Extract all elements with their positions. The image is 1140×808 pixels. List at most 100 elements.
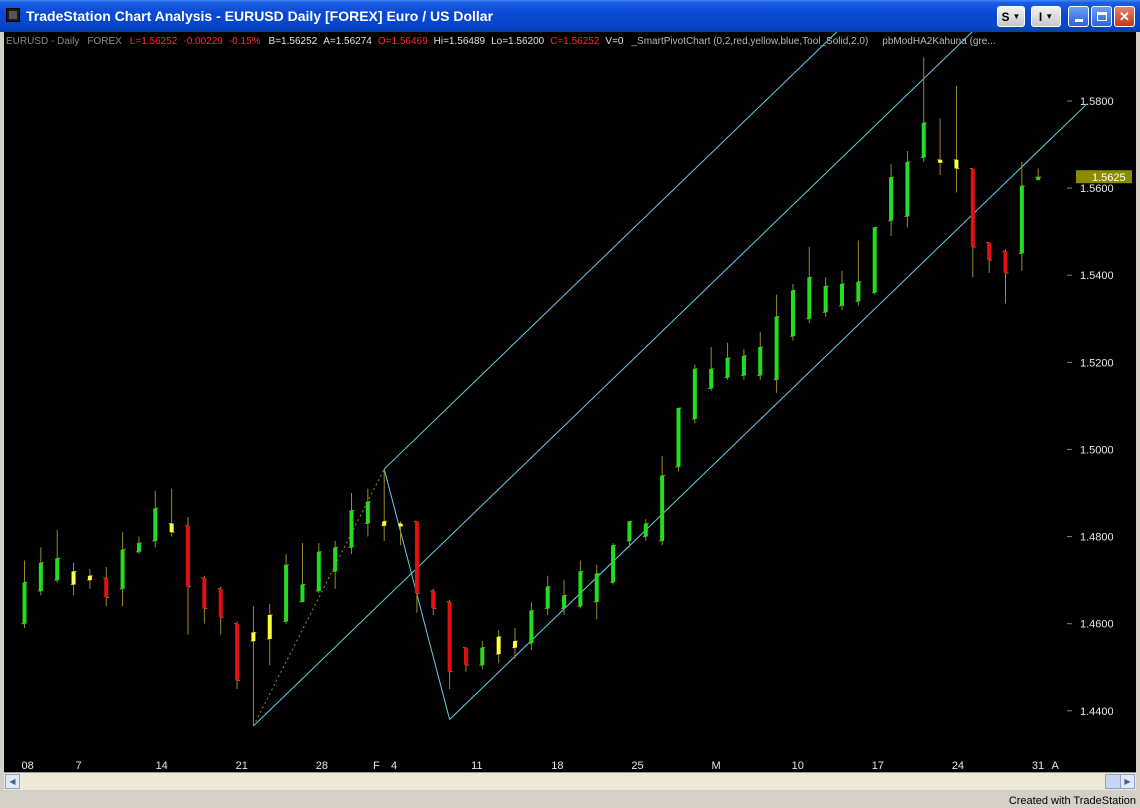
hdr-indicator-kahuna: pbModHA2Kahuna (gre... — [882, 36, 995, 47]
bar-body — [496, 636, 501, 655]
bar-body — [398, 523, 403, 527]
close-button[interactable]: ✕ — [1114, 6, 1135, 27]
bar-body — [889, 177, 894, 221]
title-bar[interactable]: TradeStation Chart Analysis - EURUSD Dai… — [0, 0, 1140, 32]
tool-menu-button[interactable]: I ▼ — [1031, 6, 1061, 27]
x-tick-label: 18 — [551, 760, 563, 772]
bar-body — [774, 316, 779, 380]
bar-body — [692, 368, 697, 419]
hdr-open: O=1.56469 — [378, 36, 428, 47]
bar-body — [186, 525, 190, 587]
bar-body — [1019, 185, 1024, 254]
bar-body — [120, 549, 125, 589]
x-tick-label: M — [711, 760, 720, 772]
last-price-marker: 1.5625 — [1076, 170, 1132, 184]
scroll-left-button[interactable]: ◀ — [5, 774, 20, 789]
window-title: TradeStation Chart Analysis - EURUSD Dai… — [26, 8, 494, 24]
hdr-low: Lo=1.56200 — [491, 36, 545, 47]
x-tick-label: 4 — [391, 760, 397, 772]
bar-body — [104, 577, 109, 598]
bar-body — [87, 575, 92, 581]
bar-body — [365, 501, 370, 524]
y-tick-label: 1.5400 — [1080, 270, 1114, 282]
x-tick-label: 21 — [236, 760, 248, 772]
app-icon[interactable] — [6, 8, 20, 22]
maximize-icon — [1096, 12, 1107, 21]
bar-body — [1003, 251, 1008, 274]
bar-body — [823, 286, 828, 313]
horizontal-scrollbar[interactable]: ◀ ▶ — [4, 772, 1136, 790]
x-tick-label: 10 — [792, 760, 804, 772]
last-price-label: 1.5625 — [1092, 172, 1126, 184]
hdr-ask: A=1.56274 — [323, 36, 372, 47]
bar-body — [349, 510, 354, 548]
bar-body — [709, 368, 714, 389]
x-tick-label: 7 — [75, 760, 81, 772]
bar-body — [856, 281, 861, 302]
y-tick-label: 1.4600 — [1080, 619, 1114, 631]
bar-body — [741, 355, 746, 376]
bar-body — [382, 521, 387, 526]
bar-body — [235, 623, 240, 681]
status-line: EURUSD - Daily FOREX L=1.56252 -0.00229 -0.1… — [6, 36, 996, 47]
bar-body — [643, 523, 648, 537]
bar-body — [905, 161, 910, 217]
bar-body — [38, 562, 43, 592]
style-button-label: S — [1001, 9, 1010, 24]
bar-body — [22, 582, 27, 624]
bar-body — [807, 277, 812, 319]
price-chart[interactable]: EURUSD - Daily FOREX L=1.56252 -0.00229 -0.1… — [4, 0, 1136, 772]
minimize-icon — [1074, 19, 1083, 22]
chevron-down-icon: ▼ — [1012, 12, 1021, 21]
hdr-close: C=1.56252 — [550, 36, 600, 47]
scroll-right-button[interactable]: ▶ — [1120, 774, 1135, 789]
bar-body — [513, 641, 517, 648]
bar-body — [840, 283, 844, 306]
bar-body — [267, 614, 272, 639]
bar-body — [758, 347, 763, 376]
bar-body — [660, 475, 665, 541]
chart-area[interactable]: EURUSD - Daily FOREX L=1.56252 -0.00229 -0.1… — [4, 0, 1136, 772]
x-tick-label: A — [1052, 760, 1060, 772]
bar-body — [545, 586, 550, 609]
bar-body — [316, 551, 321, 592]
hdr-symbol: EURUSD - Daily — [6, 36, 79, 47]
bar-body — [725, 357, 730, 378]
bar-body — [251, 632, 256, 642]
chart-background — [4, 32, 1136, 772]
bar-body — [970, 168, 975, 247]
bar-body — [153, 508, 158, 541]
hdr-exchange: FOREX — [87, 36, 122, 47]
x-tick-label: 08 — [22, 760, 34, 772]
bar-body — [447, 601, 452, 672]
bar-body — [872, 227, 877, 293]
bar-body — [284, 564, 289, 622]
bar-body — [921, 122, 926, 158]
hdr-indicator-pivot: _SmartPivotChart (0,2,red,yellow,blue,To… — [631, 36, 869, 47]
y-tick-label: 1.4800 — [1080, 532, 1114, 544]
scrollbar-thumb[interactable] — [1105, 774, 1121, 789]
bar-body — [218, 588, 223, 618]
bar-body — [578, 571, 583, 607]
minimize-button[interactable] — [1068, 6, 1089, 27]
bar-body — [480, 647, 485, 666]
bar-body — [169, 523, 174, 533]
bar-body — [562, 595, 567, 609]
bar-body — [790, 290, 795, 337]
x-tick-label: F — [373, 760, 380, 772]
hdr-change-pct: -0.15% — [229, 36, 261, 47]
bar-body — [676, 408, 681, 467]
chevron-down-icon: ▼ — [1045, 12, 1054, 21]
hdr-volume: V=0 — [605, 36, 624, 47]
x-tick-label: 14 — [156, 760, 168, 772]
maximize-button[interactable] — [1091, 6, 1112, 27]
bar-body — [333, 547, 338, 572]
bar-body — [414, 521, 419, 594]
y-tick-label: 1.5600 — [1080, 183, 1114, 195]
bar-body — [136, 543, 141, 552]
bar-body — [463, 647, 468, 666]
arrow-right-icon: ▶ — [1124, 777, 1131, 786]
credit-text: Created with TradeStation — [1008, 795, 1136, 807]
style-menu-button[interactable]: S ▼ — [997, 6, 1025, 27]
hdr-high: Hi=1.56489 — [434, 36, 486, 47]
